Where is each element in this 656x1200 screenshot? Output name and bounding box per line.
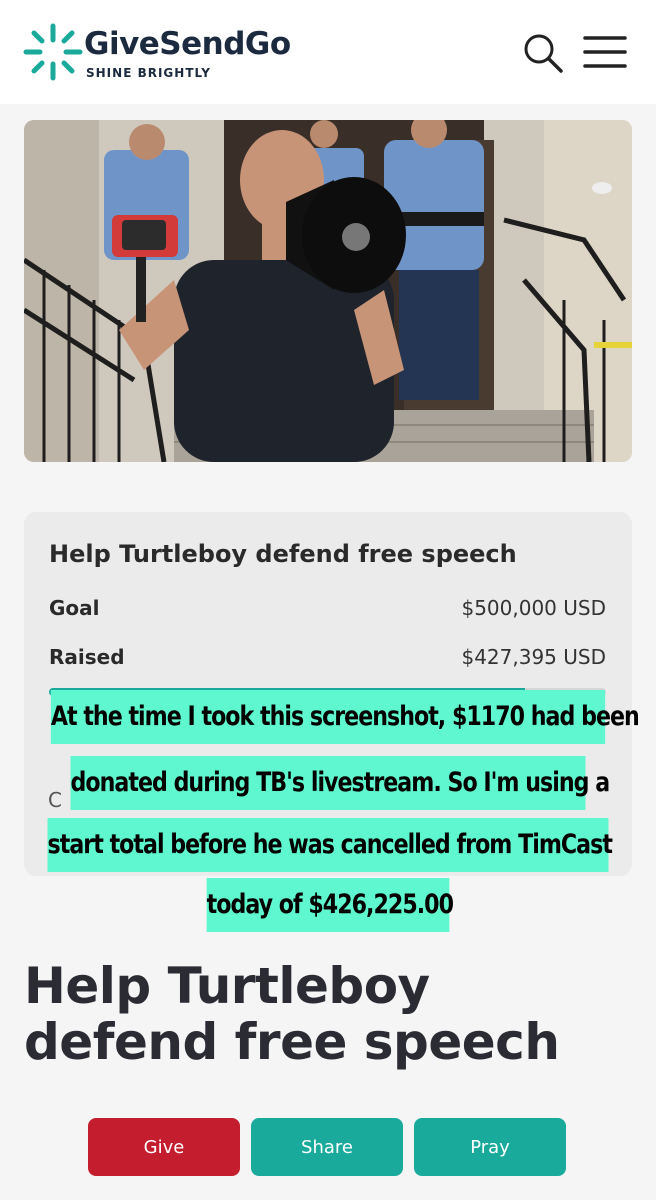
page-title: Help Turtleboy defend free speech — [24, 957, 560, 1071]
search-icon[interactable] — [520, 30, 566, 76]
goal-value: $500,000 USD — [461, 596, 606, 620]
overlay-caption-line: At the time I took this screenshot, $117… — [50, 690, 640, 744]
raised-value: $427,395 USD — [461, 645, 606, 669]
goal-label: Goal — [49, 596, 100, 620]
brand-name[interactable]: GiveSendGo — [84, 26, 291, 62]
givesendgo-logo-icon[interactable] — [22, 22, 84, 82]
overlay-caption: At the time I took this screenshot, $117… — [0, 690, 656, 950]
site-header: GiveSendGo SHINE BRIGHTLY — [0, 0, 656, 104]
raised-label: Raised — [49, 645, 125, 669]
overlay-caption-line: donated during TB's livestream. So I'm u… — [70, 756, 610, 810]
brand-tagline: SHINE BRIGHTLY — [86, 66, 211, 80]
overlay-caption-line: today of $426,225.00 — [206, 878, 454, 932]
share-button[interactable]: Share — [251, 1118, 403, 1176]
campaign-hero-image — [24, 120, 632, 462]
give-button[interactable]: Give — [88, 1118, 240, 1176]
overlay-caption-line: start total before he was cancelled from… — [47, 818, 613, 872]
hamburger-menu-icon[interactable] — [582, 32, 628, 72]
pray-button[interactable]: Pray — [414, 1118, 566, 1176]
campaign-card-title: Help Turtleboy defend free speech — [49, 540, 517, 568]
